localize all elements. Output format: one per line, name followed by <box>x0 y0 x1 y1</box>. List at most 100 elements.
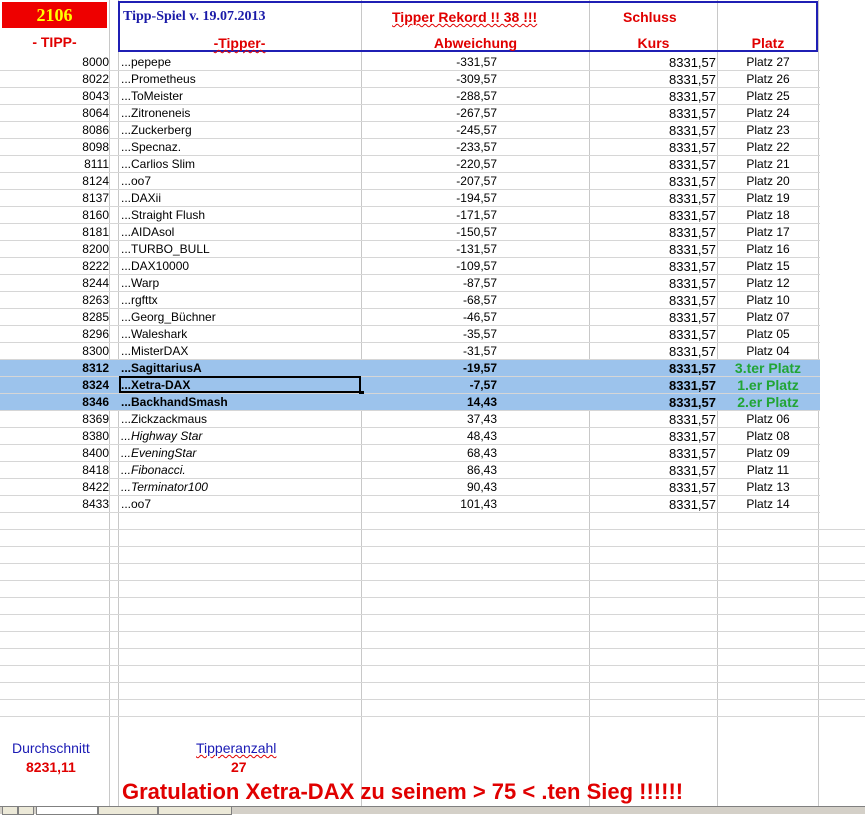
kurs-cell[interactable]: 8331,57 <box>590 258 716 275</box>
abweichung-cell[interactable]: -35,57 <box>362 326 497 343</box>
tipper-name-cell[interactable]: ...Highway Star <box>121 428 361 445</box>
kurs-cell[interactable]: 8331,57 <box>590 377 716 394</box>
tipp-cell[interactable]: 8022 <box>0 71 109 88</box>
tipp-cell[interactable]: 8124 <box>0 173 109 190</box>
tipper-name-cell[interactable]: ...ToMeister <box>121 88 361 105</box>
tipper-name-cell[interactable]: ...oo7 <box>121 496 361 513</box>
kurs-cell[interactable]: 8331,57 <box>590 462 716 479</box>
platz-cell[interactable]: Platz 06 <box>718 411 818 428</box>
platz-cell[interactable]: Platz 15 <box>718 258 818 275</box>
col-header-tipp[interactable]: - TIPP- <box>0 34 109 50</box>
tipper-name-cell[interactable]: ...AIDAsol <box>121 224 361 241</box>
tipper-rekord[interactable]: Tipper Rekord !! 38 !!! <box>392 9 537 25</box>
col-header-platz[interactable]: Platz <box>718 35 818 51</box>
tipperanzahl-value[interactable]: 27 <box>231 759 247 775</box>
durchschnitt-value[interactable]: 8231,11 <box>26 759 76 775</box>
abweichung-cell[interactable]: -267,57 <box>362 105 497 122</box>
tipp-cell[interactable]: 8296 <box>0 326 109 343</box>
kurs-cell[interactable]: 8331,57 <box>590 224 716 241</box>
tipp-cell[interactable]: 8200 <box>0 241 109 258</box>
tipper-name-cell[interactable]: ...DAXii <box>121 190 361 207</box>
tipperanzahl-label[interactable]: Tipperanzahl <box>196 740 276 756</box>
platz-cell[interactable]: 3.ter Platz <box>718 360 818 377</box>
tipp-cell[interactable]: 8098 <box>0 139 109 156</box>
abweichung-cell[interactable]: -7,57 <box>362 377 497 394</box>
tipp-cell[interactable]: 8312 <box>0 360 109 377</box>
kurs-cell[interactable]: 8331,57 <box>590 326 716 343</box>
kurs-cell[interactable]: 8331,57 <box>590 207 716 224</box>
tipper-name-cell[interactable]: ...TURBO_BULL <box>121 241 361 258</box>
tipper-name-cell[interactable]: ...Zitroneneis <box>121 105 361 122</box>
platz-cell[interactable]: Platz 14 <box>718 496 818 513</box>
tipp-cell[interactable]: 8433 <box>0 496 109 513</box>
abweichung-cell[interactable]: -233,57 <box>362 139 497 156</box>
platz-cell[interactable]: Platz 16 <box>718 241 818 258</box>
kurs-cell[interactable]: 8331,57 <box>590 173 716 190</box>
tipper-name-cell[interactable]: ...Georg_Büchner <box>121 309 361 326</box>
tipper-name-cell[interactable]: ...pepepe <box>121 54 361 71</box>
platz-cell[interactable]: Platz 26 <box>718 71 818 88</box>
schluss-label[interactable]: Schluss <box>623 9 677 25</box>
tipper-name-cell[interactable]: ...Waleshark <box>121 326 361 343</box>
abweichung-cell[interactable]: -309,57 <box>362 71 497 88</box>
abweichung-cell[interactable]: 86,43 <box>362 462 497 479</box>
col-header-tipper[interactable]: -Tipper- <box>118 35 361 51</box>
abweichung-cell[interactable]: -288,57 <box>362 88 497 105</box>
tipp-cell[interactable]: 8422 <box>0 479 109 496</box>
tipp-cell[interactable]: 8244 <box>0 275 109 292</box>
abweichung-cell[interactable]: -220,57 <box>362 156 497 173</box>
platz-cell[interactable]: 2.er Platz <box>718 394 818 411</box>
tipp-cell[interactable]: 8400 <box>0 445 109 462</box>
platz-cell[interactable]: Platz 18 <box>718 207 818 224</box>
kurs-cell[interactable]: 8331,57 <box>590 54 716 71</box>
tipper-name-cell[interactable]: ...Terminator100 <box>121 479 361 496</box>
tipper-name-cell[interactable]: ...Carlios Slim <box>121 156 361 173</box>
kurs-cell[interactable]: 8331,57 <box>590 105 716 122</box>
tipper-name-cell[interactable]: ...Straight Flush <box>121 207 361 224</box>
tipp-cell[interactable]: 8263 <box>0 292 109 309</box>
platz-cell[interactable]: Platz 08 <box>718 428 818 445</box>
tab-scroll-left-icon[interactable] <box>2 807 18 815</box>
tipp-cell[interactable]: 8064 <box>0 105 109 122</box>
platz-cell[interactable]: Platz 04 <box>718 343 818 360</box>
abweichung-cell[interactable]: 90,43 <box>362 479 497 496</box>
durchschnitt-label[interactable]: Durchschnitt <box>12 740 90 756</box>
tipper-name-cell[interactable]: ...Specnaz. <box>121 139 361 156</box>
tipper-name-cell[interactable]: ...oo7 <box>121 173 361 190</box>
platz-cell[interactable]: Platz 22 <box>718 139 818 156</box>
platz-cell[interactable]: Platz 12 <box>718 275 818 292</box>
abweichung-cell[interactable]: -131,57 <box>362 241 497 258</box>
tipp-number-cell[interactable]: 2106 <box>2 2 107 28</box>
tipper-name-cell[interactable]: ...MisterDAX <box>121 343 361 360</box>
abweichung-cell[interactable]: -207,57 <box>362 173 497 190</box>
platz-cell[interactable]: Platz 09 <box>718 445 818 462</box>
platz-cell[interactable]: Platz 25 <box>718 88 818 105</box>
tipp-cell[interactable]: 8418 <box>0 462 109 479</box>
platz-cell[interactable]: Platz 07 <box>718 309 818 326</box>
abweichung-cell[interactable]: -331,57 <box>362 54 497 71</box>
tipp-cell[interactable]: 8324 <box>0 377 109 394</box>
abweichung-cell[interactable]: -245,57 <box>362 122 497 139</box>
kurs-cell[interactable]: 8331,57 <box>590 275 716 292</box>
platz-cell[interactable]: Platz 13 <box>718 479 818 496</box>
abweichung-cell[interactable]: 14,43 <box>362 394 497 411</box>
kurs-cell[interactable]: 8331,57 <box>590 88 716 105</box>
tipper-name-cell[interactable]: ...EveningStar <box>121 445 361 462</box>
abweichung-cell[interactable]: 48,43 <box>362 428 497 445</box>
tipper-name-cell[interactable]: ...Prometheus <box>121 71 361 88</box>
platz-cell[interactable]: Platz 21 <box>718 156 818 173</box>
kurs-cell[interactable]: 8331,57 <box>590 496 716 513</box>
tipp-cell[interactable]: 8380 <box>0 428 109 445</box>
abweichung-cell[interactable]: -87,57 <box>362 275 497 292</box>
tab-scroll-right-icon[interactable] <box>18 807 34 815</box>
tipper-name-cell[interactable]: ...BackhandSmash <box>121 394 361 411</box>
tipper-name-cell[interactable]: ...Zuckerberg <box>121 122 361 139</box>
kurs-cell[interactable]: 8331,57 <box>590 71 716 88</box>
gratulation-banner[interactable]: Gratulation Xetra-DAX zu seinem > 75 < .… <box>122 779 683 805</box>
kurs-cell[interactable]: 8331,57 <box>590 445 716 462</box>
platz-cell[interactable]: Platz 05 <box>718 326 818 343</box>
tipp-cell[interactable]: 8369 <box>0 411 109 428</box>
platz-cell[interactable]: Platz 27 <box>718 54 818 71</box>
abweichung-cell[interactable]: -150,57 <box>362 224 497 241</box>
platz-cell[interactable]: Platz 17 <box>718 224 818 241</box>
